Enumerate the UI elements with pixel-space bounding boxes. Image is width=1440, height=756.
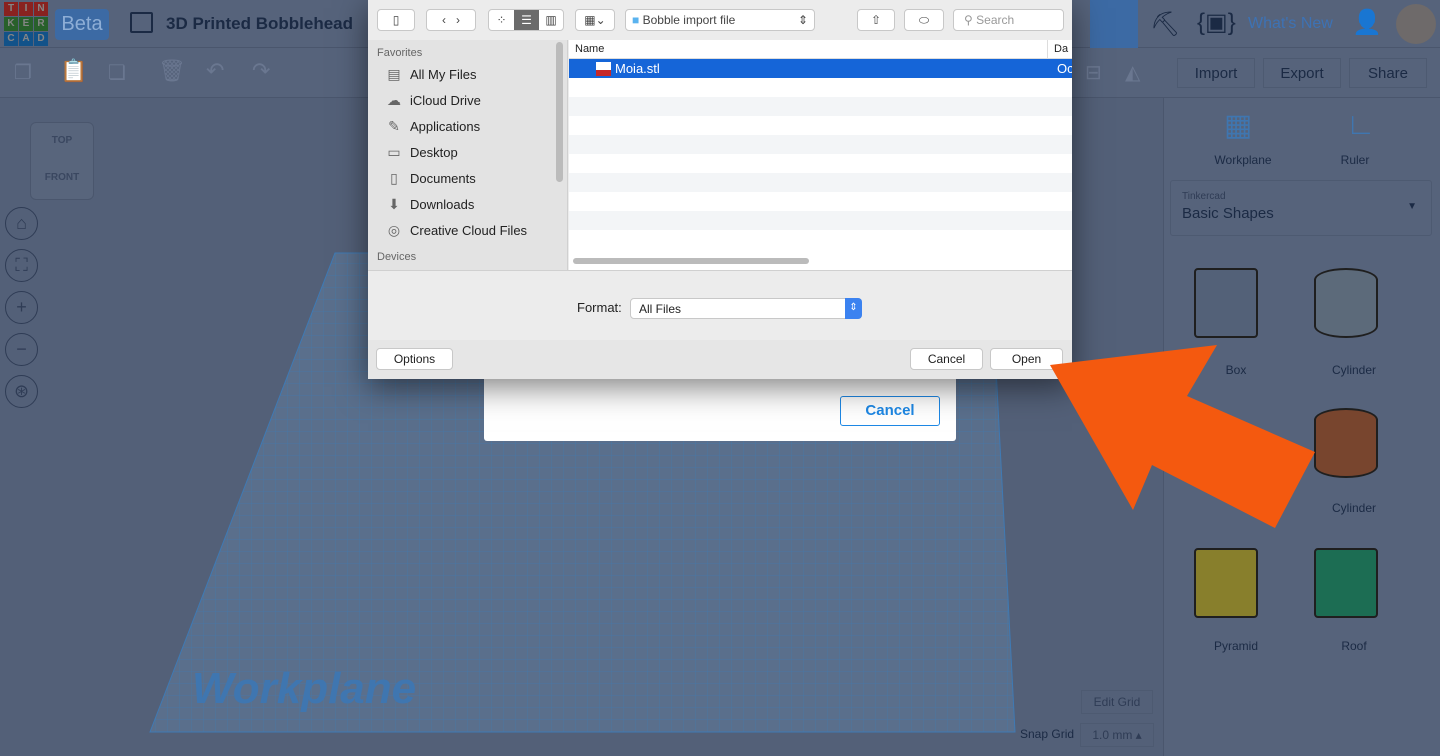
- file-open-dialog: ▯ ‹ › ⁘ ☰ ▥ ▦⌄ ■ Bobble import file ⇕ ⇧ ⬭ ⚲…: [368, 0, 1072, 379]
- file-row[interactable]: [569, 97, 1072, 116]
- sidebar-item-label: Desktop: [410, 144, 458, 160]
- import-dialog: Cancel: [484, 370, 956, 441]
- sidebar-scrollbar[interactable]: [556, 42, 563, 182]
- add-user-icon[interactable]: 👤: [1352, 8, 1382, 37]
- sidebar-item-label: iCloud Drive: [410, 92, 481, 108]
- open-button[interactable]: Open: [990, 348, 1063, 370]
- shapes-panel: ▦ Workplane ∟ Ruler Tinkercad Basic Shap…: [1163, 98, 1440, 756]
- search-icon: ⚲: [964, 13, 973, 27]
- location-popup[interactable]: ■ Bobble import file ⇕: [625, 9, 815, 31]
- favorite-icon: ◎: [387, 222, 401, 238]
- shape-label: Box: [1225, 363, 1247, 377]
- sidebar-item-label: All My Files: [410, 66, 477, 82]
- snap-grid-select[interactable]: 1.0 mm ▴: [1080, 723, 1154, 747]
- file-row[interactable]: [569, 78, 1072, 97]
- shape-label: Cylinder: [1331, 363, 1376, 377]
- file-row[interactable]: [569, 230, 1072, 249]
- file-row[interactable]: [569, 173, 1072, 192]
- date-column-header[interactable]: Da: [1047, 40, 1068, 59]
- sidebar-item[interactable]: ☁ iCloud Drive: [368, 87, 567, 113]
- format-row: Format: All Files ⇕: [368, 270, 1072, 340]
- sidebar-item-label: Documents: [410, 170, 476, 186]
- import-button[interactable]: Import: [1177, 58, 1255, 88]
- sidebar-item[interactable]: ▭ Desktop: [368, 139, 567, 165]
- shape-roof[interactable]: [1314, 548, 1384, 628]
- dialog-footer: Options Cancel Open: [368, 340, 1072, 379]
- file-row[interactable]: [569, 135, 1072, 154]
- file-row[interactable]: Moia.stl Oc: [569, 59, 1072, 78]
- search-field[interactable]: ⚲ Search: [953, 9, 1064, 31]
- folder-icon: ■: [632, 13, 640, 27]
- favorite-icon: ☁: [387, 92, 401, 108]
- workplane-tool-label[interactable]: Workplane: [1193, 153, 1293, 167]
- workplane-tool-icon[interactable]: ▦: [1224, 108, 1252, 143]
- codeblocks-icon[interactable]: {▣}: [1197, 8, 1236, 37]
- location-label: Bobble import file: [642, 13, 736, 27]
- library-category: Basic Shapes: [1182, 205, 1274, 222]
- snap-grid-label: Snap Grid: [1020, 727, 1075, 741]
- sidebar: Favorites ▤ All My Files ☁ iCloud Drive ✎ App…: [368, 40, 568, 270]
- sidebar-item-label: Creative Cloud Files: [410, 222, 528, 238]
- file-date: Oc: [1057, 61, 1072, 76]
- devices-header: Devices: [377, 251, 417, 263]
- horizontal-scrollbar[interactable]: [573, 258, 809, 264]
- shape-box[interactable]: [1194, 268, 1264, 348]
- tag-icon[interactable]: ⬭: [904, 9, 944, 31]
- file-row[interactable]: [569, 192, 1072, 211]
- format-select[interactable]: All Files ⇕: [630, 298, 862, 319]
- favorites-header: Favorites: [377, 47, 423, 59]
- import-cancel-button[interactable]: Cancel: [840, 396, 940, 426]
- file-name: Moia.stl: [615, 61, 660, 76]
- shape-cylinder[interactable]: [1314, 408, 1384, 488]
- file-row[interactable]: [569, 116, 1072, 135]
- share-icon[interactable]: ⇧: [857, 9, 895, 31]
- favorite-icon: ▯: [390, 170, 398, 186]
- format-label: Format:: [577, 300, 622, 315]
- file-row[interactable]: [569, 211, 1072, 230]
- shape-cylinder[interactable]: [1314, 268, 1384, 348]
- workplane-label: Workplane: [192, 664, 417, 713]
- chevron-updown-icon: ⇕: [845, 298, 862, 319]
- view-mode-buttons[interactable]: ⁘ ☰ ▥: [488, 9, 564, 31]
- library-source: Tinkercad: [1182, 191, 1226, 202]
- arrange-icon[interactable]: ▦⌄: [575, 9, 615, 31]
- snap-grid-value: 1.0 mm: [1092, 728, 1133, 742]
- avatar[interactable]: [1396, 4, 1436, 44]
- back-forward-buttons[interactable]: ‹ ›: [426, 9, 476, 31]
- file-row[interactable]: [569, 154, 1072, 173]
- favorite-icon: ⬇: [388, 196, 400, 212]
- library-select[interactable]: Tinkercad Basic Shapes ▼: [1170, 180, 1432, 236]
- options-button[interactable]: Options: [376, 348, 453, 370]
- cancel-button[interactable]: Cancel: [910, 348, 983, 370]
- sidebar-item-label: Downloads: [410, 196, 475, 212]
- file-list: Name Da Moia.stl Oc: [569, 40, 1072, 270]
- share-button[interactable]: Share: [1349, 58, 1427, 88]
- stl-file-icon: [596, 62, 611, 76]
- sidebar-item[interactable]: ◎ Creative Cloud Files: [368, 217, 567, 243]
- ruler-icon[interactable]: ∟: [1346, 108, 1375, 142]
- name-column-header[interactable]: Name Da: [569, 40, 1072, 59]
- search-placeholder: Search: [976, 13, 1015, 27]
- sidebar-item[interactable]: ▯ Documents: [368, 165, 567, 191]
- shape-label: Cylinder: [1331, 501, 1376, 515]
- whats-new-link[interactable]: What's New: [1248, 15, 1333, 33]
- name-header-label: Name: [575, 43, 605, 55]
- sidebar-item[interactable]: ▤ All My Files: [368, 61, 567, 87]
- chevron-updown-icon: ⇕: [797, 13, 808, 27]
- sidebar-item-label: Applications: [410, 118, 481, 134]
- edit-grid-button[interactable]: Edit Grid: [1081, 690, 1153, 714]
- ruler-tool-label: Ruler: [1340, 153, 1370, 167]
- chevron-down-icon: ▼: [1407, 201, 1417, 212]
- sidebar-toggle-icon[interactable]: ▯: [377, 9, 415, 31]
- favorite-icon: ▭: [387, 144, 401, 160]
- shape-label: Pyramid: [1213, 639, 1258, 653]
- shape-pyramid[interactable]: [1194, 548, 1264, 628]
- sidebar-item[interactable]: ✎ Applications: [368, 113, 567, 139]
- sidebar-item[interactable]: ⬇ Downloads: [368, 191, 567, 217]
- format-value: All Files: [639, 302, 682, 316]
- favorite-icon: ▤: [387, 66, 401, 82]
- export-button[interactable]: Export: [1263, 58, 1341, 88]
- shape-label: Roof: [1341, 639, 1367, 653]
- favorite-icon: ✎: [388, 118, 400, 134]
